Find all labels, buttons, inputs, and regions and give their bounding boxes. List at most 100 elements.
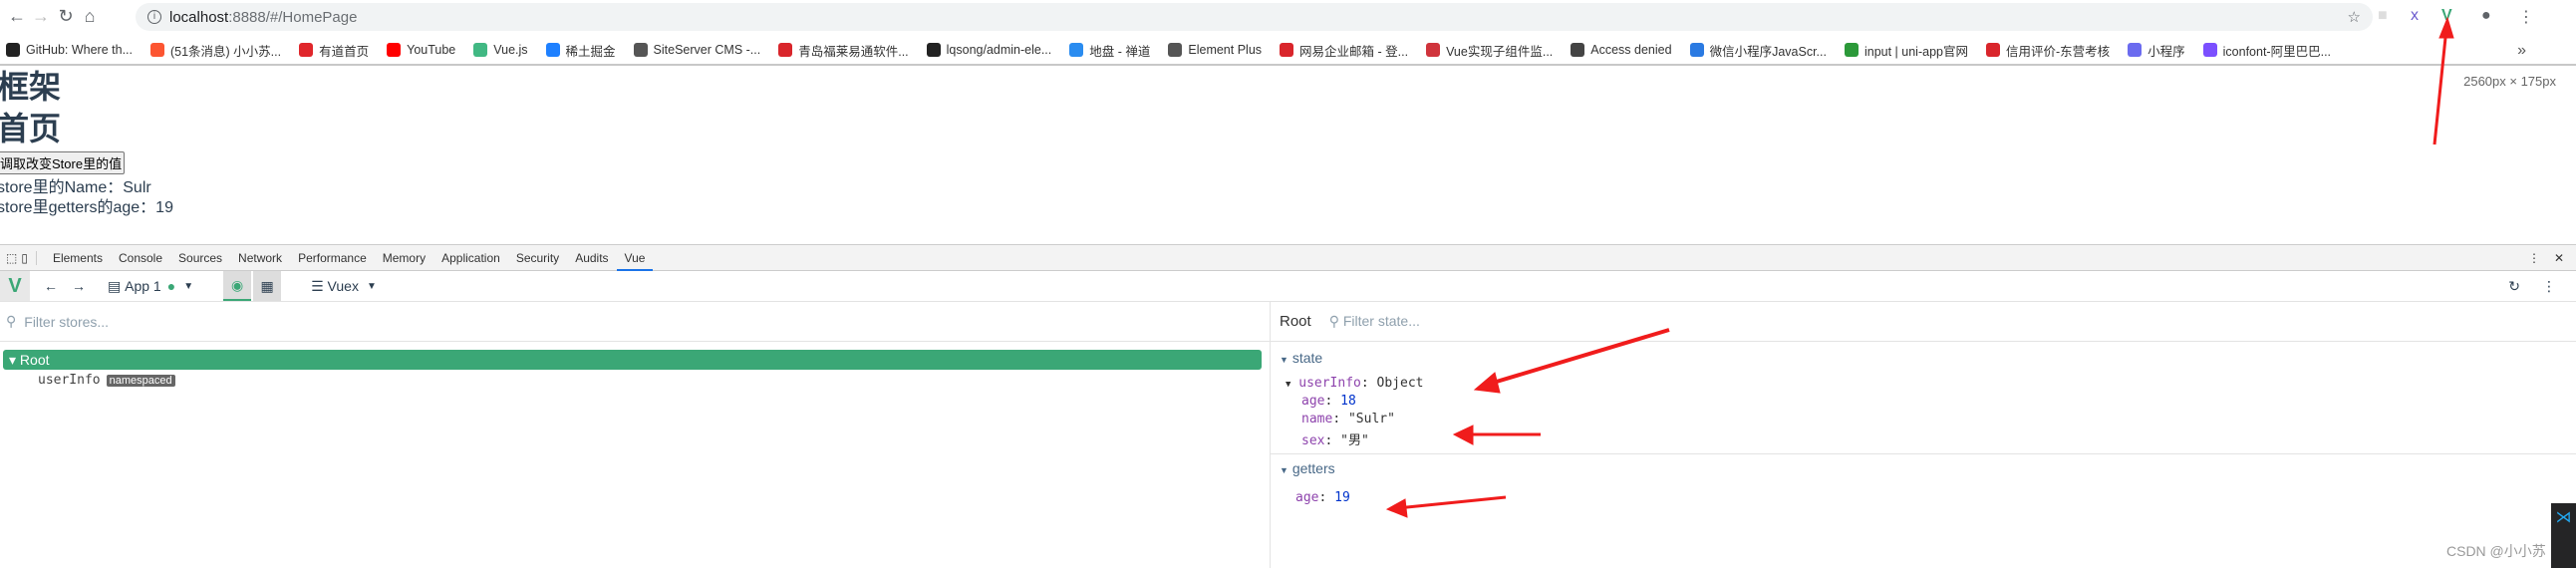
forward-icon[interactable]: → xyxy=(30,6,52,27)
bookmark-item[interactable]: Element Plus xyxy=(1168,43,1262,57)
vuex-selector[interactable]: ☰ Vuex ▼ xyxy=(311,278,377,295)
devtools-tab-security[interactable]: Security xyxy=(508,245,567,271)
bookmark-label: 有道首页 xyxy=(319,44,370,59)
devtools-tab-console[interactable]: Console xyxy=(111,245,170,271)
state-inspector: Root ⚲ Filter state... ▼ state ▼ userInfo… xyxy=(1270,302,2576,568)
bookmark-label: 微信小程序JavaScr... xyxy=(1709,44,1827,59)
info-icon[interactable]: i xyxy=(147,10,161,24)
filter-state-input[interactable]: ⚲ Filter state... xyxy=(1329,313,1420,330)
devtools-tab-application[interactable]: Application xyxy=(433,245,508,271)
page-heading-home: 首页 xyxy=(0,111,62,146)
x-extension-icon[interactable]: x xyxy=(2411,7,2419,25)
userinfo-entry[interactable]: ▼ userInfo: Object xyxy=(1286,376,2576,391)
filter-state-placeholder: Filter state... xyxy=(1342,313,1420,329)
devtools-tab-vue[interactable]: Vue xyxy=(616,245,654,271)
vue-devtools-toolbar: V ← → ▤ App 1 ● ▼ ◉ ▦ ☰ Vuex ▼ ↻ ⋮ xyxy=(0,271,2576,302)
bookmark-favicon-icon xyxy=(1168,43,1183,57)
devtools-tab-audits[interactable]: Audits xyxy=(567,245,616,271)
home-icon[interactable]: ⌂ xyxy=(79,6,101,27)
devtools-menu-icon[interactable]: ⋮ xyxy=(2528,251,2540,265)
bookmark-label: Vue.js xyxy=(493,43,528,57)
back-icon[interactable]: ← xyxy=(6,6,28,27)
bookmarks-overflow-button[interactable]: » xyxy=(2517,42,2526,60)
bookmark-item[interactable]: YouTube xyxy=(387,43,455,57)
devtools-tab-memory[interactable]: Memory xyxy=(375,245,433,271)
field-value: "Sulr" xyxy=(1347,412,1395,426)
url-host: localhost xyxy=(169,8,229,26)
events-tab-icon[interactable]: ▦ xyxy=(253,271,282,301)
bookmark-favicon-icon xyxy=(1689,43,1704,57)
devtools-tab-elements[interactable]: Elements xyxy=(45,245,111,271)
back-icon[interactable]: ← xyxy=(44,278,58,294)
devtools-tabbar: ⬚ ▯ Elements Console Sources Network Perform… xyxy=(0,244,2576,271)
app-selector[interactable]: ▤ App 1 ● ▼ xyxy=(108,278,193,295)
profile-icon[interactable]: ● xyxy=(2481,7,2491,25)
page-content: 框架 首页 调取改变Store里的值 store里的Name：Sulr stor… xyxy=(0,66,173,218)
module-name: userInfo xyxy=(38,373,101,388)
bookmark-favicon-icon xyxy=(545,43,560,57)
getters-section: ▼ getters age: 19 xyxy=(1271,453,2576,505)
star-icon[interactable]: ☆ xyxy=(2348,8,2361,26)
bookmark-item[interactable]: Vue实现子组件监... xyxy=(1426,41,1553,60)
device-toggle-icon[interactable]: ▯ xyxy=(21,250,37,265)
bookmark-favicon-icon xyxy=(1280,43,1294,57)
bookmark-favicon-icon xyxy=(1426,43,1441,57)
userinfo-key: userInfo xyxy=(1298,376,1361,391)
state-toggle[interactable]: ▼ state xyxy=(1280,350,2576,366)
store-module-row[interactable]: userInfo namespaced xyxy=(38,373,1270,388)
bookmark-item[interactable]: 地盘 - 禅道 xyxy=(1069,41,1150,60)
more-icon[interactable]: ⋮ xyxy=(2542,278,2556,295)
devtools-close-icon[interactable]: ✕ xyxy=(2554,251,2564,265)
bookmark-favicon-icon xyxy=(1844,43,1859,57)
bookmark-item[interactable]: iconfont-阿里巴巴... xyxy=(2202,41,2331,60)
bookmark-label: 信用评价-东营考核 xyxy=(2005,44,2111,59)
getters-label: getters xyxy=(1291,460,1335,476)
bookmark-item[interactable]: 小程序 xyxy=(2128,41,2185,60)
bookmark-label: 青岛福莱易通软件... xyxy=(798,44,909,59)
state-field: age: 18 xyxy=(1301,394,1356,409)
bookmark-favicon-icon xyxy=(473,43,488,57)
bookmark-label: 地盘 - 禅道 xyxy=(1089,44,1151,59)
bookmark-favicon-icon xyxy=(2202,43,2217,57)
reload-icon[interactable]: ↻ xyxy=(55,6,77,27)
devtools-tab-sources[interactable]: Sources xyxy=(170,245,230,271)
bookmark-item[interactable]: 青岛福莱易通软件... xyxy=(778,41,909,60)
vuex-tab-icon[interactable]: ◉ xyxy=(223,271,252,301)
bookmark-favicon-icon xyxy=(6,43,20,57)
root-breadcrumb: Root xyxy=(1280,313,1311,330)
vue-devtools-icon[interactable]: V xyxy=(2441,7,2452,25)
devtools-tab-network[interactable]: Network xyxy=(230,245,290,271)
filter-stores-input[interactable]: ⚲ Filter stores... xyxy=(0,302,1270,342)
bookmarks-bar: GitHub: Where th... (51条消息) 小小苏... 有道首页 You… xyxy=(0,36,2576,66)
bookmark-item[interactable]: GitHub: Where th... xyxy=(6,43,133,57)
getters-toggle[interactable]: ▼ getters xyxy=(1280,460,2576,476)
forward-icon[interactable]: → xyxy=(72,278,86,294)
bookmark-item[interactable]: Vue.js xyxy=(473,43,528,57)
state-label: state xyxy=(1291,350,1323,366)
devtools-tab-performance[interactable]: Performance xyxy=(290,245,375,271)
extension-icon[interactable]: ■ xyxy=(2378,7,2388,25)
bookmark-item[interactable]: (51条消息) 小小苏... xyxy=(149,41,281,60)
bookmark-item[interactable]: 稀土掘金 xyxy=(545,41,616,60)
bookmark-item[interactable]: SiteServer CMS -... xyxy=(633,43,760,57)
bookmark-item[interactable]: lqsong/admin-ele... xyxy=(926,43,1052,57)
bookmark-item[interactable]: Access denied xyxy=(1571,43,1672,57)
vue-logo-icon: V xyxy=(0,271,30,301)
bookmark-item[interactable]: 网易企业邮箱 - 登... xyxy=(1280,41,1408,60)
namespaced-badge: namespaced xyxy=(106,374,175,387)
getter-entry: age: 19 xyxy=(1295,490,1350,505)
address-bar[interactable]: i localhost:8888/#/HomePage ☆ xyxy=(136,3,2373,31)
bookmark-label: lqsong/admin-ele... xyxy=(946,43,1052,57)
bookmark-item[interactable]: 信用评价-东营考核 xyxy=(1985,41,2111,60)
inspect-icon[interactable]: ⬚ xyxy=(6,251,17,265)
bookmark-item[interactable]: 微信小程序JavaScr... xyxy=(1689,41,1827,60)
vscode-taskbar-icon[interactable]: ⋊ xyxy=(2551,503,2576,568)
store-root-row[interactable]: ▾ Root xyxy=(3,350,1262,370)
bookmark-item[interactable]: 有道首页 xyxy=(299,41,369,60)
refresh-icon[interactable]: ↻ xyxy=(2508,278,2520,295)
userinfo-type: Object xyxy=(1376,376,1424,391)
bookmark-label: GitHub: Where th... xyxy=(26,43,133,57)
change-store-button[interactable]: 调取改变Store里的值 xyxy=(0,151,126,174)
bookmark-item[interactable]: input | uni-app官网 xyxy=(1844,41,1968,60)
menu-icon[interactable]: ⋮ xyxy=(2518,7,2534,27)
